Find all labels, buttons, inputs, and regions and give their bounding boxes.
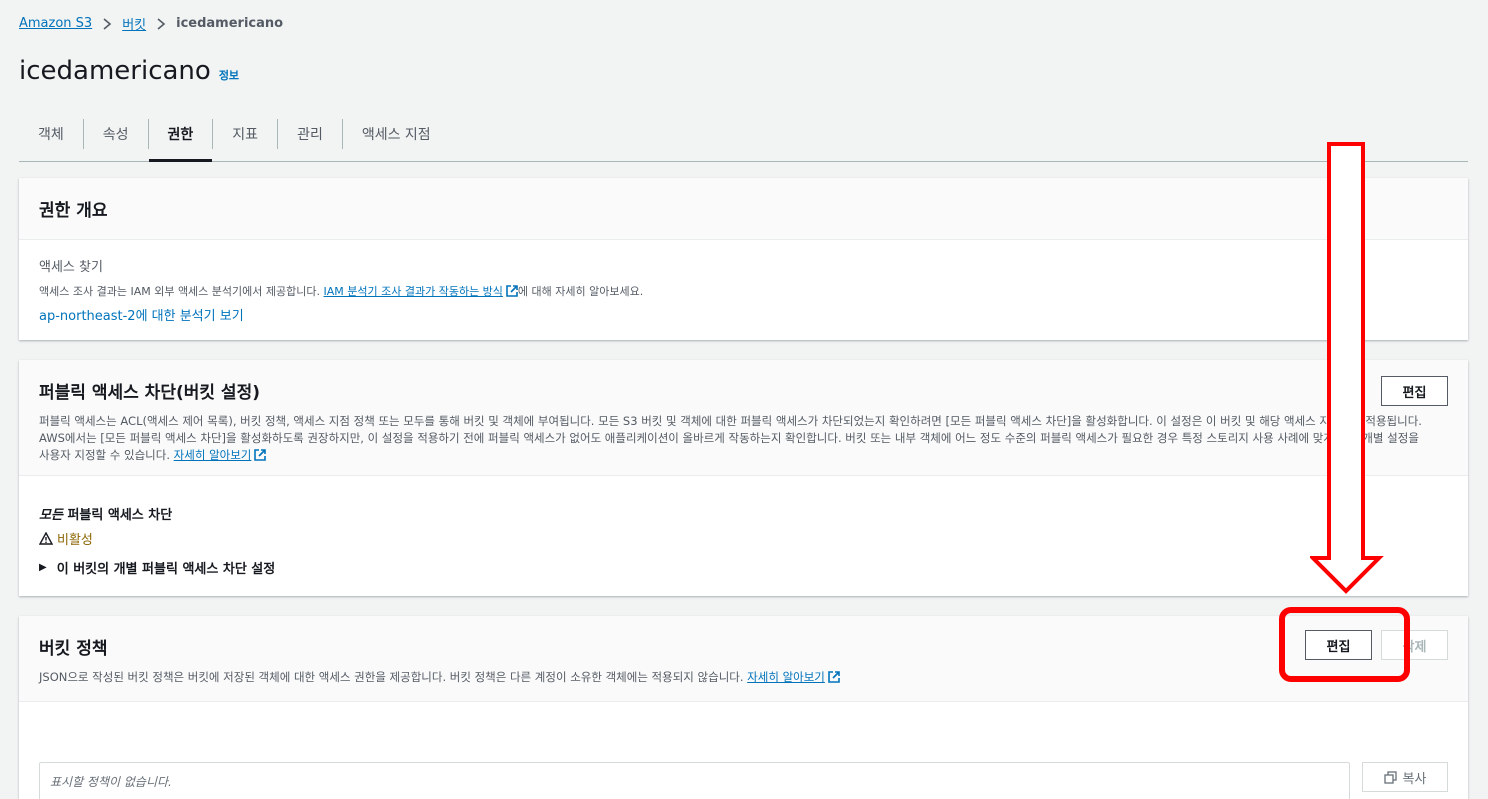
individual-settings-expander[interactable]: ▶ 이 버킷의 개별 퍼블릭 액세스 차단 설정	[39, 558, 1448, 577]
annotation-arrow	[1310, 142, 1384, 594]
panel-title: 권한 개요	[39, 201, 108, 221]
permissions-overview-panel: 권한 개요 액세스 찾기 액세스 조사 결과는 IAM 외부 액세스 분석기에서…	[19, 178, 1468, 340]
view-analyzer-link[interactable]: ap-northeast-2에 대한 분석기 보기	[39, 305, 1448, 324]
learn-more-link[interactable]: 자세히 알아보기	[747, 670, 840, 684]
tab-permissions[interactable]: 권한	[148, 119, 214, 162]
expander-label: 이 버킷의 개별 퍼블릭 액세스 차단 설정	[56, 562, 276, 577]
description-text: 액세스 조사 결과는 IAM 외부 액세스 분석기에서 제공합니다.	[39, 285, 320, 298]
access-findings-label: 액세스 찾기	[39, 260, 103, 275]
tab-properties[interactable]: 속성	[84, 119, 149, 149]
external-link-icon	[828, 671, 840, 683]
status-badge: 비활성	[39, 529, 1448, 548]
block-public-description: 퍼블릭 액세스는 ACL(액세스 제어 목록), 버킷 정책, 액세스 지점 정…	[39, 413, 1429, 464]
breadcrumb-buckets[interactable]: 버킷	[122, 14, 146, 33]
breadcrumb-current: icedamericano	[176, 16, 284, 31]
bucket-policy-panel: 버킷 정책 JSON으로 작성된 버킷 정책은 버킷에 저장된 객체에 대한 액…	[19, 616, 1468, 799]
breadcrumb-amazon-s3[interactable]: Amazon S3	[19, 16, 92, 31]
block-all-italic: 모든	[39, 508, 63, 523]
tab-objects[interactable]: 객체	[19, 119, 84, 149]
tab-bar: 객체 속성 권한 지표 관리 액세스 지점	[19, 110, 1468, 162]
breadcrumb: Amazon S3 버킷 icedamericano	[19, 14, 283, 33]
bucket-name-heading: icedamericano	[19, 56, 211, 86]
learn-more-text: 자세히 알아보기	[173, 448, 252, 462]
policy-display: 표시할 정책이 없습니다.	[39, 762, 1350, 799]
page-title: icedamericano 정보	[19, 56, 239, 86]
status-text: 비활성	[57, 533, 93, 548]
annotation-highlight-box	[1279, 607, 1410, 682]
block-all-rest: 퍼블릭 액세스 차단	[62, 508, 173, 523]
learn-more-link[interactable]: 자세히 알아보기	[174, 448, 267, 462]
panel-title: 퍼블릭 액세스 차단(버킷 설정)	[39, 383, 260, 403]
panel-header: 버킷 정책 JSON으로 작성된 버킷 정책은 버킷에 저장된 객체에 대한 액…	[19, 616, 1468, 702]
learn-more-text: 자세히 알아보기	[747, 670, 825, 684]
block-all-label: 모든 퍼블릭 액세스 차단	[39, 504, 1448, 523]
tab-management[interactable]: 관리	[278, 119, 343, 149]
panel-body: 모든 퍼블릭 액세스 차단 비활성 ▶ 이 버킷의 개별 퍼블릭 액세스 차단 …	[19, 476, 1468, 577]
panel-title: 버킷 정책	[39, 639, 108, 659]
warning-icon	[39, 532, 53, 545]
panel-body: 액세스 찾기 액세스 조사 결과는 IAM 외부 액세스 분석기에서 제공합니다…	[19, 240, 1468, 340]
iam-analyzer-link[interactable]: IAM 분석기 조사 결과가 작동하는 방식	[324, 285, 518, 298]
external-link-icon	[506, 285, 518, 297]
iam-analyzer-link-text: IAM 분석기 조사 결과가 작동하는 방식	[323, 285, 503, 298]
panel-header: 권한 개요	[19, 178, 1468, 240]
chevron-right-icon	[102, 17, 112, 31]
info-link[interactable]: 정보	[219, 67, 239, 83]
tab-access-points[interactable]: 액세스 지점	[343, 119, 450, 149]
access-findings-description: 액세스 조사 결과는 IAM 외부 액세스 분석기에서 제공합니다. IAM 분…	[39, 283, 1448, 299]
copy-icon	[1383, 770, 1397, 784]
edit-block-public-button[interactable]: 편집	[1381, 376, 1448, 406]
panel-header: 퍼블릭 액세스 차단(버킷 설정) 퍼블릭 액세스는 ACL(액세스 제어 목록…	[19, 360, 1468, 476]
copy-button[interactable]: 복사	[1362, 762, 1448, 792]
description-suffix: 에 대해 자세히 알아보세요.	[517, 285, 644, 298]
description-text: JSON으로 작성된 버킷 정책은 버킷에 저장된 객체에 대한 액세스 권한을…	[39, 670, 744, 684]
bucket-policy-description: JSON으로 작성된 버킷 정책은 버킷에 저장된 객체에 대한 액세스 권한을…	[39, 669, 1448, 686]
block-public-access-panel: 퍼블릭 액세스 차단(버킷 설정) 퍼블릭 액세스는 ACL(액세스 제어 목록…	[19, 360, 1468, 596]
copy-label: 복사	[1402, 771, 1427, 787]
external-link-icon	[254, 449, 267, 461]
tab-metrics[interactable]: 지표	[213, 119, 279, 149]
caret-right-icon: ▶	[39, 562, 47, 573]
chevron-right-icon	[156, 17, 166, 31]
